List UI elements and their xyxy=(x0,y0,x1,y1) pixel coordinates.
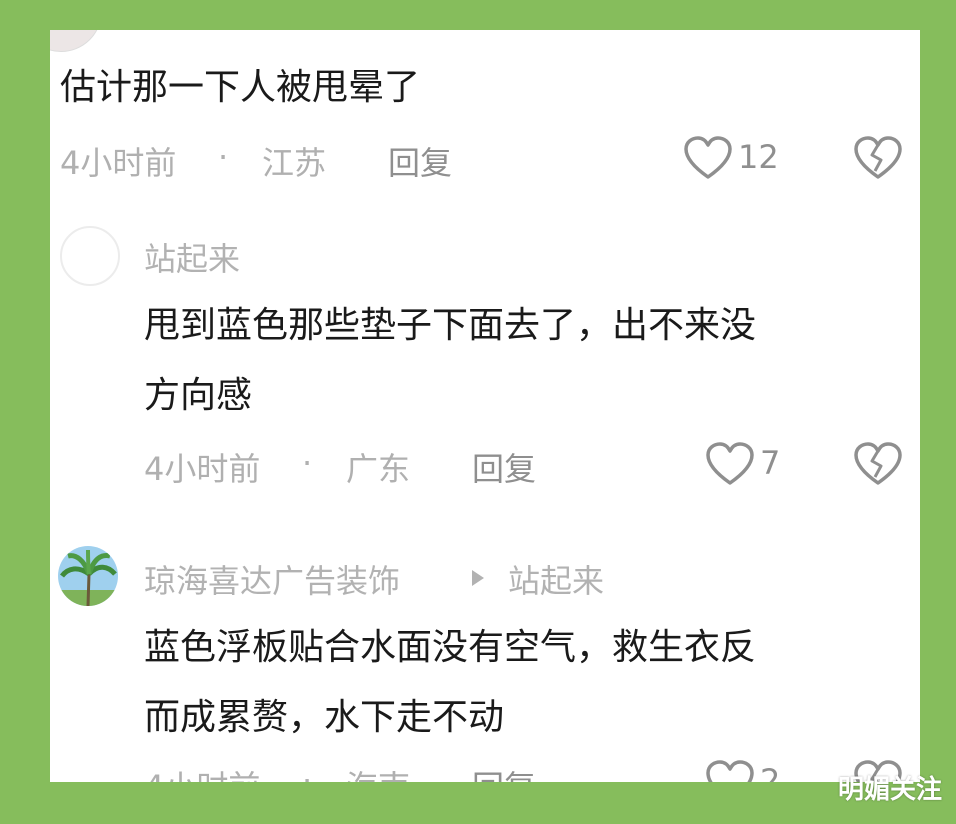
comment-location: 江苏 xyxy=(262,144,327,182)
comment-content-line: 方向感 xyxy=(144,375,253,416)
heart-outline-icon[interactable] xyxy=(684,136,732,180)
comment-time: 4小时前 xyxy=(144,762,260,782)
comment-username[interactable]: 琼海喜达广告装饰 xyxy=(144,556,400,602)
comment-panel: 估计那一下人被甩晕了 4小时前 · 江苏 回复 12 站起来 甩到蓝色那些垫子下… xyxy=(50,30,920,782)
avatar[interactable] xyxy=(58,546,118,606)
comment-username[interactable]: 站起来 xyxy=(144,234,240,280)
like-count: 2 xyxy=(760,762,781,782)
meta-separator: · xyxy=(302,762,313,782)
heart-outline-icon[interactable] xyxy=(706,442,754,486)
comment-content-line: 而成累赘，水下走不动 xyxy=(144,697,505,738)
meta-separator: · xyxy=(302,444,313,482)
heart-outline-icon[interactable] xyxy=(706,760,754,782)
comment-content: 估计那一下人被甩晕了 xyxy=(60,67,421,108)
comment-content-line: 蓝色浮板贴合水面没有空气，救生衣反 xyxy=(144,627,757,668)
comment-time: 4小时前 xyxy=(60,144,177,182)
comment-location: 海南 xyxy=(346,762,410,782)
reply-button[interactable]: 回复 xyxy=(388,138,452,184)
comment-content-line: 甩到蓝色那些垫子下面去了，出不来没 xyxy=(144,305,757,346)
broken-heart-icon[interactable] xyxy=(854,442,902,486)
comment-location: 广东 xyxy=(346,450,411,488)
watermark: 明媚关注 xyxy=(837,775,942,805)
reply-button[interactable]: 回复 xyxy=(472,762,536,782)
triangle-right-icon xyxy=(470,568,486,588)
reply-button[interactable]: 回复 xyxy=(472,444,536,490)
avatar[interactable] xyxy=(60,226,120,286)
reply-to-username[interactable]: 站起来 xyxy=(508,556,604,602)
broken-heart-icon[interactable] xyxy=(854,136,902,180)
meta-separator: · xyxy=(218,138,229,176)
comment-time: 4小时前 xyxy=(144,450,261,488)
like-count: 7 xyxy=(760,444,781,482)
like-count: 12 xyxy=(738,138,779,176)
